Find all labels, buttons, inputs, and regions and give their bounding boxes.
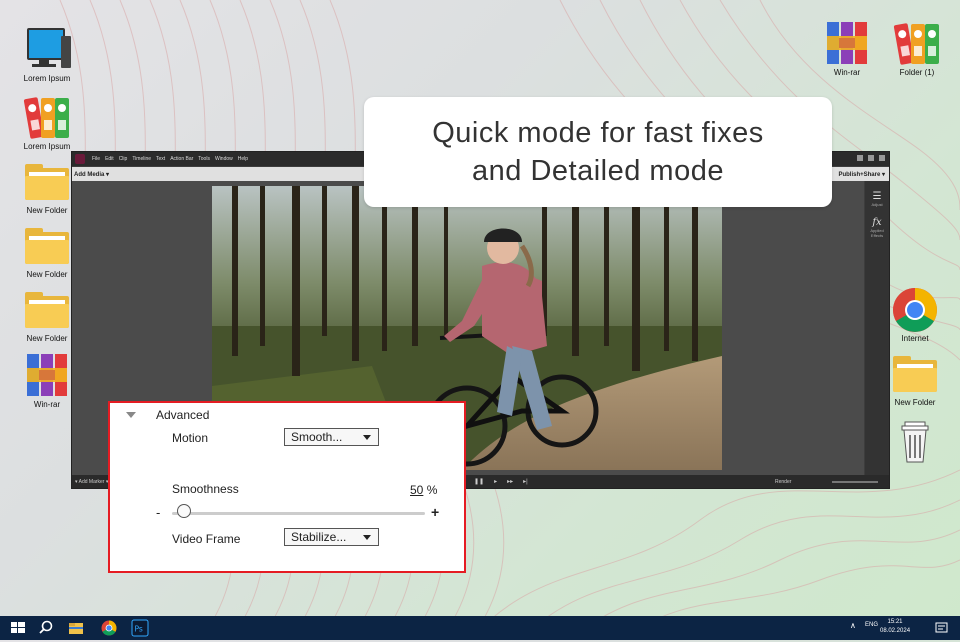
video-frame-label: Video Frame bbox=[172, 532, 241, 546]
maximize-button[interactable] bbox=[868, 155, 874, 161]
advanced-settings-panel: Advanced Motion Smooth... Smoothness 50 … bbox=[108, 401, 466, 573]
collapse-triangle-icon[interactable] bbox=[126, 412, 136, 418]
callout-line-2: and Detailed mode bbox=[472, 155, 724, 187]
menu-text[interactable]: Text bbox=[156, 156, 165, 162]
desktop-icon-computer[interactable]: Lorem Ipsum bbox=[12, 26, 82, 84]
menu-edit[interactable]: Edit bbox=[105, 156, 114, 162]
folder-icon bbox=[23, 158, 71, 204]
binders-icon bbox=[23, 94, 71, 140]
motion-dropdown[interactable]: Smooth... bbox=[284, 428, 379, 446]
file-explorer-icon[interactable] bbox=[66, 619, 86, 637]
clock-time: 15:21 bbox=[887, 619, 903, 625]
taskbar: Ps ∧ ENG 15:21 08.02.2024 bbox=[0, 616, 960, 640]
smoothness-value: 50 % bbox=[410, 483, 437, 497]
callout-line-1: Quick mode for fast fixes bbox=[432, 117, 764, 149]
desktop-icon-recycle-bin[interactable] bbox=[880, 418, 950, 466]
adjust-label: Adjust bbox=[871, 202, 883, 207]
chevron-down-icon bbox=[363, 535, 371, 540]
minimize-button[interactable] bbox=[857, 155, 863, 161]
video-frame-dropdown-value: Stabilize... bbox=[291, 530, 347, 544]
smoothness-slider-handle[interactable] bbox=[177, 504, 191, 518]
smoothness-value-unit: % bbox=[423, 483, 438, 497]
desktop-icon-label: Lorem Ipsum bbox=[23, 74, 71, 83]
windows-start-icon[interactable] bbox=[8, 619, 28, 637]
frame-forward-icon[interactable]: ▸▸ bbox=[507, 478, 513, 485]
desktop-icon-internet[interactable]: Internet bbox=[880, 286, 950, 344]
render-button[interactable]: Render bbox=[775, 479, 791, 485]
desktop-icon-binders[interactable]: Lorem Ipsum bbox=[12, 94, 82, 152]
photoshop-icon[interactable]: Ps bbox=[130, 619, 150, 637]
desktop-icon-label: New Folder bbox=[894, 398, 936, 407]
publish-share-button[interactable]: Publish+Share ▾ bbox=[838, 171, 885, 178]
menu-help[interactable]: Help bbox=[238, 156, 248, 162]
step-forward-icon[interactable]: ▸ bbox=[494, 478, 497, 485]
skip-end-icon[interactable]: ▸| bbox=[523, 478, 528, 485]
svg-text:Ps: Ps bbox=[135, 625, 143, 634]
menu-file[interactable]: File bbox=[92, 156, 100, 162]
adjust-icon[interactable]: ☰ bbox=[865, 191, 889, 202]
winrar-icon bbox=[23, 352, 71, 398]
desktop-icon-new-folder[interactable]: New Folder bbox=[880, 350, 950, 408]
desktop-icon-winrar[interactable]: Win-rar bbox=[812, 20, 882, 78]
advanced-header[interactable]: Advanced bbox=[156, 408, 209, 422]
menu-tools[interactable]: Tools bbox=[198, 156, 210, 162]
trash-icon bbox=[891, 418, 939, 464]
callout-card: Quick mode for fast fixes and Detailed m… bbox=[364, 97, 832, 207]
folder-icon bbox=[23, 286, 71, 332]
decrease-button[interactable]: - bbox=[156, 505, 160, 520]
desktop-icon-label: Folder (1) bbox=[899, 68, 935, 77]
chrome-icon bbox=[891, 286, 939, 332]
notification-icon[interactable] bbox=[932, 619, 952, 637]
right-panel: ☰ Adjust fx Applied Effects bbox=[865, 181, 889, 475]
motion-label: Motion bbox=[172, 431, 209, 445]
menu-window[interactable]: Window bbox=[215, 156, 233, 162]
smoothness-slider-track[interactable] bbox=[172, 512, 425, 515]
pause-icon[interactable]: ❚❚ bbox=[474, 478, 484, 485]
search-icon[interactable] bbox=[36, 619, 56, 637]
effects-icon[interactable]: fx bbox=[865, 217, 889, 228]
desktop-icon-label: Internet bbox=[901, 334, 929, 343]
computer-icon bbox=[23, 26, 71, 72]
chrome-taskbar-icon[interactable] bbox=[99, 619, 119, 637]
menu-action-bar[interactable]: Action Bar bbox=[170, 156, 193, 162]
folder-icon bbox=[891, 350, 939, 396]
app-logo-icon bbox=[75, 154, 85, 164]
folder-icon bbox=[23, 222, 71, 268]
video-frame-dropdown[interactable]: Stabilize... bbox=[284, 528, 379, 546]
binders-icon bbox=[893, 20, 941, 66]
motion-dropdown-value: Smooth... bbox=[291, 430, 343, 444]
add-marker-button[interactable]: ▾ Add Marker ▾ bbox=[75, 479, 108, 485]
add-media-button[interactable]: Add Media ▾ bbox=[74, 171, 109, 178]
tray-chevron-icon[interactable]: ∧ bbox=[850, 621, 856, 630]
chevron-down-icon bbox=[363, 435, 371, 440]
winrar-icon bbox=[823, 20, 871, 66]
language-indicator[interactable]: ENG bbox=[865, 622, 878, 628]
clock-date: 08.02.2024 bbox=[880, 628, 911, 634]
desktop-icon-label: Win-rar bbox=[833, 68, 861, 77]
menu-clip[interactable]: Clip bbox=[119, 156, 128, 162]
zoom-slider[interactable] bbox=[832, 481, 878, 483]
close-button[interactable] bbox=[879, 155, 885, 161]
menu-timeline[interactable]: Timeline bbox=[132, 156, 151, 162]
desktop-icon-folder-1[interactable]: Folder (1) bbox=[882, 20, 952, 78]
smoothness-value-number: 50 bbox=[410, 483, 424, 497]
smoothness-label: Smoothness bbox=[172, 482, 239, 496]
applied-effects-label: Applied Effects bbox=[870, 228, 884, 238]
increase-button[interactable]: + bbox=[431, 504, 439, 520]
clock[interactable]: 15:21 08.02.2024 bbox=[880, 618, 910, 636]
